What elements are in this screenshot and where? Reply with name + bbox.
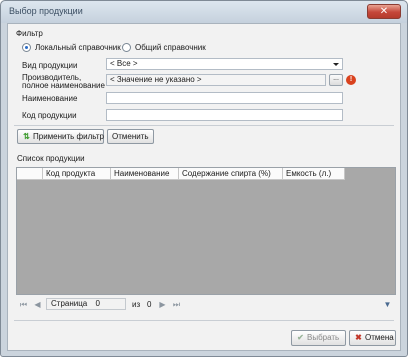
radio-local-catalog-label[interactable]: Локальный справочник: [35, 43, 121, 52]
cancel-button[interactable]: ✖ Отмена: [349, 330, 396, 346]
dialog-body: Фильтр Локальный справочник Общий справо…: [7, 23, 401, 351]
total-pages: 0: [147, 300, 152, 309]
product-type-label: Вид продукции: [22, 61, 78, 70]
product-type-value: < Все >: [110, 59, 138, 68]
close-icon[interactable]: ✕: [380, 6, 388, 17]
pager-bar: ⏮ ◀ Страница 0 из 0 ▶ ⏭ ▼: [16, 298, 396, 312]
window-title: Выбор продукции: [9, 6, 83, 16]
grid-header-indicator: [17, 168, 43, 180]
product-grid[interactable]: Код продукта Наименование Содержание спи…: [16, 167, 396, 295]
checkmark-icon: ✔: [297, 333, 304, 342]
producer-browse-button[interactable]: ...: [329, 74, 343, 86]
page-number[interactable]: 0: [96, 299, 100, 308]
page-label: Страница: [51, 299, 88, 308]
col-header-alcohol-content[interactable]: Содержание спирта (%): [179, 168, 283, 180]
producer-label-line2: полное наименование: [22, 81, 105, 90]
apply-filter-label: Применить фильтр: [33, 132, 104, 141]
last-page-icon[interactable]: ⏭: [171, 299, 182, 310]
first-page-icon[interactable]: ⏮: [18, 299, 29, 310]
name-label: Наименование: [22, 94, 78, 103]
close-button[interactable]: ✕: [367, 4, 401, 19]
product-selection-dialog: Выбор продукции ✕ Фильтр Локальный справ…: [0, 0, 408, 357]
prev-page-icon[interactable]: ◀: [32, 299, 43, 310]
title-bar: Выбор продукции ✕: [1, 1, 407, 23]
browse-ellipsis[interactable]: ...: [333, 75, 339, 82]
code-label: Код продукции: [22, 111, 77, 120]
radio-common-catalog[interactable]: [122, 43, 131, 52]
reset-filter-label: Отменить: [112, 132, 149, 141]
cancel-label: Отмена: [365, 333, 394, 342]
separator: [14, 125, 394, 126]
page-indicator: Страница 0: [46, 298, 126, 310]
col-header-volume[interactable]: Емкость (л.): [283, 168, 345, 180]
col-header-name[interactable]: Наименование: [111, 168, 179, 180]
filter-apply-icon: ⇅: [23, 132, 30, 141]
warning-icon: !: [346, 75, 356, 85]
radio-common-catalog-label[interactable]: Общий справочник: [135, 43, 206, 52]
reset-filter-button[interactable]: Отменить: [107, 129, 154, 144]
grid-header: Код продукта Наименование Содержание спи…: [17, 168, 345, 180]
select-button[interactable]: ✔ Выбрать: [291, 330, 346, 346]
code-input[interactable]: [106, 109, 343, 121]
radio-local-catalog[interactable]: [22, 43, 31, 52]
filter-group-title: Фильтр: [16, 29, 43, 38]
next-page-icon[interactable]: ▶: [157, 299, 168, 310]
product-type-dropdown[interactable]: < Все >: [106, 58, 343, 70]
producer-value: < Значение не указано >: [110, 75, 202, 84]
apply-filter-button[interactable]: ⇅ Применить фильтр: [17, 129, 104, 144]
product-list-title: Список продукции: [17, 154, 85, 163]
producer-field[interactable]: < Значение не указано >: [106, 74, 326, 86]
chevron-down-icon[interactable]: [333, 63, 339, 66]
filter-icon[interactable]: ▼: [382, 299, 393, 310]
select-label: Выбрать: [307, 333, 340, 342]
footer-separator: [14, 320, 394, 321]
name-input[interactable]: [106, 92, 343, 104]
of-label: из: [132, 300, 141, 309]
col-header-product-code[interactable]: Код продукта: [43, 168, 111, 180]
cancel-x-icon: ✖: [355, 333, 362, 342]
